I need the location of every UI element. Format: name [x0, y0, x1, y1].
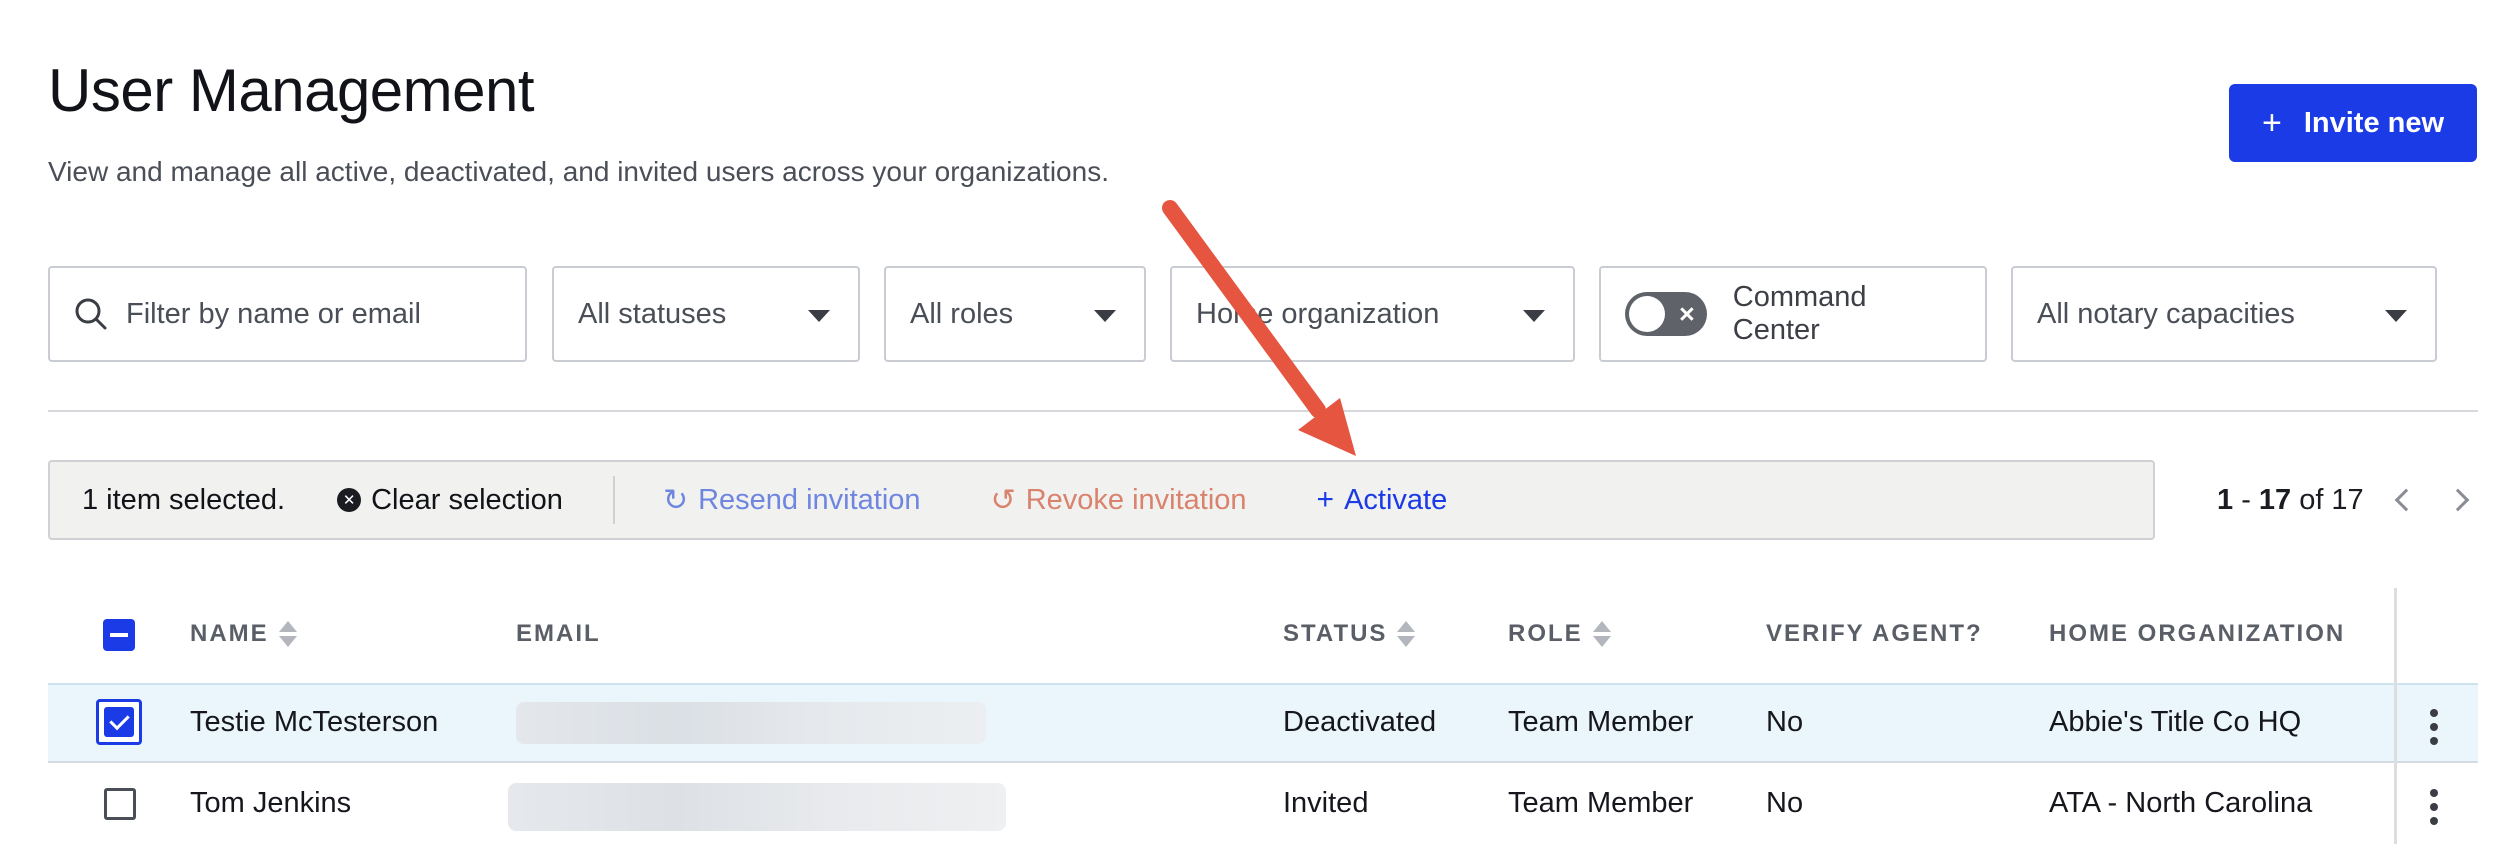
close-circle-icon: ✕ [337, 488, 362, 512]
notary-filter-select[interactable]: All notary capacities [2011, 266, 2437, 362]
sort-icon[interactable] [278, 621, 297, 647]
status-filter-value: All statuses [578, 297, 727, 330]
column-header-verify-agent: VERIFY AGENT? [1766, 620, 1983, 648]
toggle-off-icon: × [1678, 299, 1695, 329]
page-subtitle: View and manage all active, deactivated,… [48, 156, 1109, 187]
sort-icon[interactable] [1397, 621, 1416, 647]
column-header-email: EMAIL [516, 620, 601, 648]
caret-down-icon [1094, 310, 1116, 322]
column-header-home-organization: HOME ORGANIZATION [2049, 620, 2345, 648]
chevron-left-icon[interactable] [2394, 488, 2418, 512]
chevron-right-icon[interactable] [2446, 488, 2470, 512]
clear-selection-button[interactable]: ✕ Clear selection [337, 484, 563, 517]
bulk-action-bar: 1 item selected. ✕ Clear selection ↻ Res… [48, 460, 2155, 540]
organization-filter-select[interactable]: Home organization [1170, 266, 1575, 362]
invite-new-label: Invite new [2303, 106, 2445, 139]
caret-down-icon [2385, 310, 2407, 322]
page-title: User Management [48, 57, 535, 124]
user-home-organization: Abbie's Title Co HQ [2049, 706, 2302, 738]
user-role: Team Member [1508, 706, 1694, 738]
column-header-name-label: NAME [190, 620, 269, 647]
row-checkbox[interactable] [96, 699, 142, 745]
checkmark-icon [104, 707, 134, 737]
user-status: Deactivated [1283, 706, 1437, 738]
column-header-role[interactable]: ROLE [1508, 620, 1611, 648]
page-total: of 17 [2299, 483, 2364, 516]
page-range-end: 17 [2258, 483, 2292, 516]
column-header-verify-agent-label: VERIFY AGENT? [1766, 620, 1983, 647]
column-header-role-label: ROLE [1508, 620, 1583, 647]
resend-invitation-label: Resend invitation [698, 483, 921, 516]
page-range-dash: - [2233, 483, 2259, 516]
search-input[interactable]: Filter by name or email [48, 266, 527, 362]
refresh-icon: ↻ [662, 483, 689, 517]
caret-down-icon [1523, 310, 1545, 322]
search-icon [75, 298, 107, 330]
role-filter-select[interactable]: All roles [884, 266, 1146, 362]
revoke-invitation-label: Revoke invitation [1025, 483, 1247, 516]
activate-label: Activate [1344, 483, 1448, 516]
column-header-status[interactable]: STATUS [1283, 620, 1416, 648]
caret-down-icon [808, 310, 830, 322]
kebab-icon[interactable] [2430, 789, 2438, 831]
status-filter-select[interactable]: All statuses [552, 266, 860, 362]
column-header-status-label: STATUS [1283, 620, 1388, 647]
resend-invitation-button[interactable]: ↻ Resend invitation [663, 483, 921, 518]
bar-separator [612, 476, 615, 524]
user-home-organization: ATA - North Carolina [2049, 787, 2313, 819]
user-verify-agent: No [1766, 706, 1804, 738]
plus-icon: + [2261, 103, 2282, 142]
column-header-home-organization-label: HOME ORGANIZATION [2049, 620, 2346, 647]
select-all-checkbox[interactable] [103, 619, 135, 651]
activate-button[interactable]: + Activate [1317, 483, 1448, 517]
search-placeholder: Filter by name or email [126, 297, 421, 330]
page-range-start: 1 [2217, 483, 2234, 516]
command-center-filter: × Command Center [1599, 266, 1987, 362]
plus-icon: + [1316, 483, 1335, 516]
invite-new-button[interactable]: + Invite new [2229, 84, 2477, 162]
user-verify-agent: No [1766, 787, 1804, 819]
pagination: 1 - 17 of 17 [2217, 478, 2470, 522]
toggle-knob [1629, 296, 1665, 332]
sticky-column-divider [2394, 588, 2397, 844]
email-redacted [508, 783, 1006, 831]
sort-icon[interactable] [1592, 621, 1611, 647]
email-redacted [516, 702, 986, 744]
user-status: Invited [1283, 787, 1369, 819]
user-role: Team Member [1508, 787, 1694, 819]
notary-filter-value: All notary capacities [2037, 297, 2295, 330]
command-center-label: Command Center [1732, 281, 1867, 346]
revoke-invitation-button[interactable]: ↺ Revoke invitation [991, 483, 1247, 518]
user-name: Testie McTesterson [190, 706, 439, 738]
user-name: Tom Jenkins [190, 787, 352, 819]
organization-filter-value: Home organization [1196, 297, 1440, 330]
column-header-email-label: EMAIL [516, 620, 601, 647]
selection-count: 1 item selected. [82, 483, 286, 516]
divider [48, 410, 2478, 412]
command-center-toggle[interactable]: × [1625, 292, 1707, 336]
undo-icon: ↺ [990, 483, 1016, 517]
row-checkbox[interactable] [104, 788, 136, 820]
clear-selection-label: Clear selection [371, 483, 563, 516]
kebab-icon[interactable] [2430, 709, 2438, 751]
role-filter-value: All roles [910, 297, 1014, 330]
column-header-name[interactable]: NAME [190, 620, 297, 648]
